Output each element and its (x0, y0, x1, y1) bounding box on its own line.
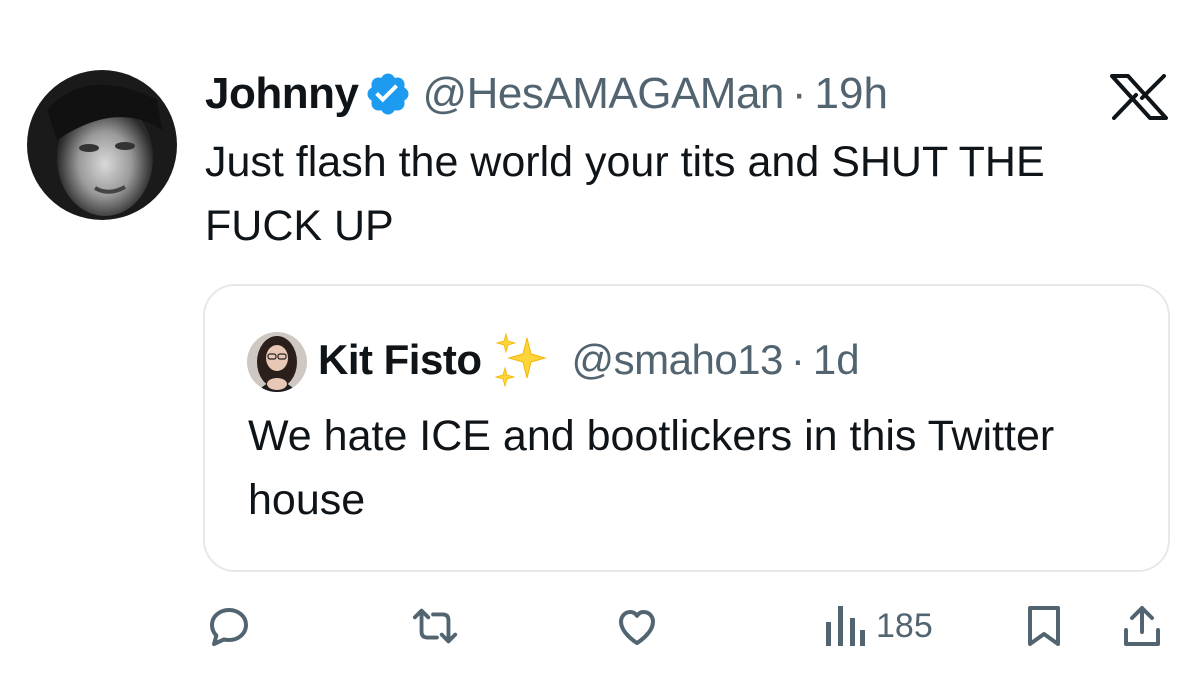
tweet-timestamp[interactable]: 19h (815, 69, 888, 119)
like-icon (612, 602, 662, 650)
quote-author-handle[interactable]: @smaho13 (571, 336, 783, 384)
views-button[interactable]: 185 (822, 600, 933, 652)
views-icon (822, 602, 866, 650)
action-bar: 185 (0, 600, 1200, 660)
quote-header: Kit Fisto @smaho13 · 1d (318, 330, 860, 390)
author-handle[interactable]: @HesAMAGAMan (422, 69, 784, 119)
bookmark-button[interactable] (1022, 600, 1066, 652)
like-button[interactable] (612, 600, 662, 652)
share-icon (1120, 602, 1164, 650)
author-avatar[interactable] (27, 70, 177, 220)
sparkles-icon (493, 332, 549, 388)
quote-author-avatar[interactable] (247, 332, 307, 392)
quote-author-display-name[interactable]: Kit Fisto (318, 336, 482, 384)
retweet-icon (410, 602, 460, 650)
quote-timestamp[interactable]: 1d (813, 336, 860, 384)
share-button[interactable] (1120, 600, 1164, 652)
tweet-header: Johnny @HesAMAGAMan · 19h (205, 64, 888, 124)
x-logo-icon (1108, 74, 1170, 120)
header-separator: · (791, 69, 807, 118)
tweet-text: Just flash the world your tits and SHUT … (205, 138, 1045, 250)
quote-text: We hate ICE and bootlickers in this Twit… (248, 412, 1055, 524)
bookmark-icon (1022, 602, 1066, 650)
quote-header-separator: · (790, 336, 805, 383)
reply-icon (205, 602, 253, 650)
author-display-name[interactable]: Johnny (205, 69, 359, 119)
quoted-tweet[interactable]: Kit Fisto @smaho13 · 1d We hate ICE and … (203, 284, 1170, 572)
verified-badge-icon[interactable] (364, 70, 412, 118)
tweet-card[interactable]: Johnny @HesAMAGAMan · 19h Just flash the… (0, 0, 1200, 690)
reply-button[interactable] (205, 600, 253, 652)
views-count: 185 (876, 606, 933, 645)
retweet-button[interactable] (410, 600, 460, 652)
